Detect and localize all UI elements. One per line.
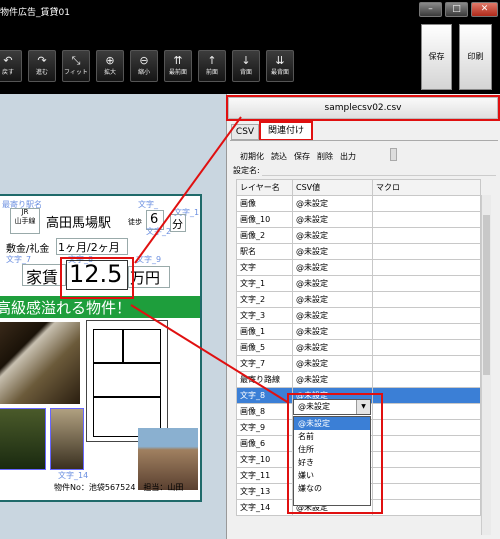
arrow-to-filename	[134, 116, 242, 264]
annotation-arrows	[130, 116, 290, 404]
app-window: 物件広告_賃貸01 – □ ✕ ↶ 戻す ↷ 進む ⤡ フィット ⊕ 拡大 ⊖ 縮小 ⇈ 最前面 ↑ 前面…	[0, 0, 500, 539]
arrow-to-dropdown	[130, 304, 290, 404]
